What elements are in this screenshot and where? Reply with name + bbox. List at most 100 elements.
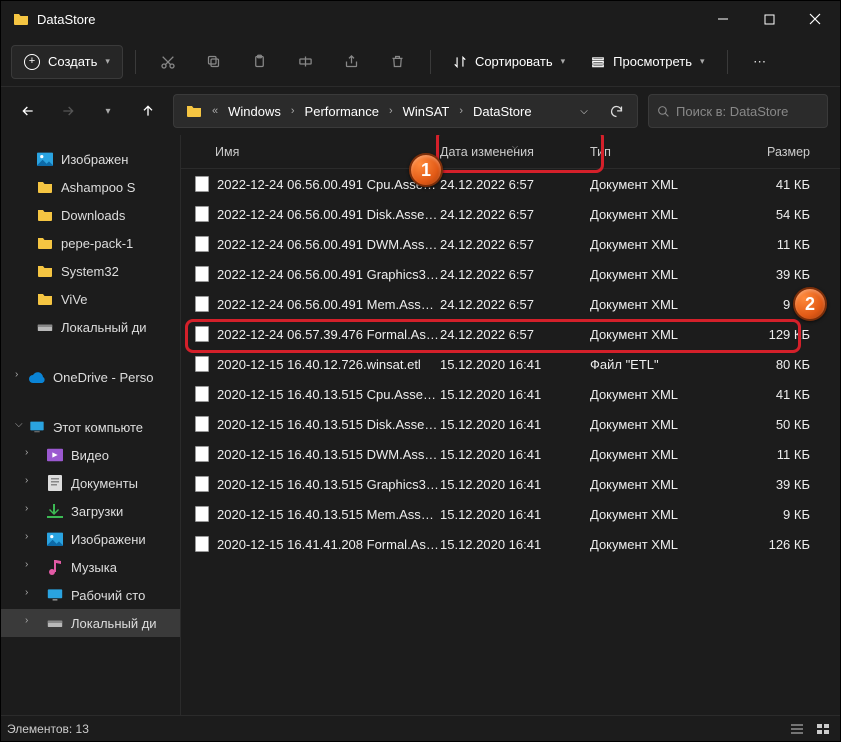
doc-icon (47, 475, 63, 491)
file-row[interactable]: 2022-12-24 06.56.00.491 Cpu.Assessm...24… (181, 169, 840, 199)
file-row[interactable]: 2020-12-15 16.40.13.515 DWM.Assessme...1… (181, 439, 840, 469)
sidebar-item[interactable]: Ashampoo S (1, 173, 180, 201)
sidebar-item-label: Документы (71, 476, 138, 491)
recent-dropdown[interactable]: ▾ (93, 96, 123, 126)
chevron-down-icon: ▾ (105, 56, 110, 67)
file-size: 39 КБ (740, 477, 810, 492)
file-icon (195, 506, 209, 522)
chevron-right-icon: › (25, 587, 28, 598)
sidebar-item[interactable]: ›Рабочий сто (1, 581, 180, 609)
up-button[interactable] (133, 96, 163, 126)
minimize-button[interactable] (700, 3, 746, 35)
column-size[interactable]: Размер (740, 145, 810, 159)
drive-icon (47, 615, 63, 631)
sidebar-item[interactable]: System32 (1, 257, 180, 285)
sidebar-onedrive[interactable]: › OneDrive - Perso (1, 363, 180, 391)
folder-icon (37, 235, 53, 251)
folder-icon (37, 179, 53, 195)
new-button[interactable]: + Создать ▾ (11, 45, 123, 79)
back-button[interactable] (13, 96, 43, 126)
paste-button[interactable] (240, 45, 280, 79)
file-row[interactable]: 2020-12-15 16.40.12.726.winsat.etl15.12.… (181, 349, 840, 379)
file-icon (195, 296, 209, 312)
sidebar-item[interactable]: pepe-pack-1 (1, 229, 180, 257)
sidebar: Изображен Ashampoo S Downloadspepe-pack-1S… (1, 135, 181, 715)
file-row[interactable]: 2020-12-15 16.40.13.515 Disk.Assessment.… (181, 409, 840, 439)
chevron-right-icon: › (25, 475, 28, 486)
chevron-down-icon: ▾ (700, 56, 705, 67)
file-icon (195, 386, 209, 402)
icons-view-button[interactable] (812, 720, 834, 738)
sidebar-item[interactable]: Изображен (1, 145, 180, 173)
statusbar: Элементов: 13 (1, 715, 840, 741)
file-size: 39 КБ (740, 267, 810, 282)
sort-button[interactable]: Сортировать ▾ (443, 45, 575, 79)
delete-button[interactable] (378, 45, 418, 79)
sidebar-item-label: Ashampoo S (61, 180, 135, 195)
column-type[interactable]: Тип (590, 145, 740, 159)
breadcrumb-dropdown[interactable]: ⌵ (569, 96, 599, 126)
sidebar-item[interactable]: ViVe (1, 285, 180, 313)
file-row[interactable]: 2022-12-24 06.56.00.491 Disk.Assessment … (181, 199, 840, 229)
file-name: 2022-12-24 06.56.00.491 Disk.Assessment … (217, 207, 440, 222)
sidebar-item[interactable]: ›Видео (1, 441, 180, 469)
file-size: 129 КБ (740, 327, 810, 342)
more-button[interactable]: ⋯ (740, 45, 780, 79)
sidebar-item[interactable]: ›Изображени (1, 525, 180, 553)
file-date: 15.12.2020 16:41 (440, 477, 590, 492)
sidebar-item[interactable]: ›Музыка (1, 553, 180, 581)
file-row[interactable]: 2020-12-15 16.41.41.208 Formal.Assessm..… (181, 529, 840, 559)
copy-button[interactable] (194, 45, 234, 79)
chevron-down-icon: ⌵ (15, 419, 23, 430)
rename-button[interactable] (286, 45, 326, 79)
sidebar-item[interactable]: › Документы (1, 469, 180, 497)
file-name: 2022-12-24 06.56.00.491 Graphics3D.Asse.… (217, 267, 440, 282)
view-button[interactable]: Просмотреть ▾ (581, 45, 714, 79)
file-type: Документ XML (590, 177, 740, 192)
breadcrumb-seg[interactable]: Performance (299, 104, 385, 119)
file-row[interactable]: 2022-12-24 06.56.00.491 Mem.Assessmen...… (181, 289, 840, 319)
window-title: DataStore (37, 12, 96, 27)
share-button[interactable] (332, 45, 372, 79)
file-row[interactable]: 2022-12-24 06.56.00.491 Graphics3D.Asse.… (181, 259, 840, 289)
file-size: 9 КБ (740, 507, 810, 522)
breadcrumb-seg[interactable]: DataStore (467, 104, 538, 119)
file-row[interactable]: 2020-12-15 16.40.13.515 Cpu.Assessment .… (181, 379, 840, 409)
file-row[interactable]: 2020-12-15 16.40.13.515 Mem.Assessmen...… (181, 499, 840, 529)
search-input[interactable]: Поиск в: DataStore (648, 94, 828, 128)
column-name[interactable]: Имя (195, 145, 440, 159)
file-type: Документ XML (590, 297, 740, 312)
file-row[interactable]: 2022-12-24 06.56.00.491 DWM.Assessme...2… (181, 229, 840, 259)
file-size: 50 КБ (740, 417, 810, 432)
file-row[interactable]: 2020-12-15 16.40.13.515 Graphics3D.Asse.… (181, 469, 840, 499)
sidebar-item[interactable]: ›Загрузки (1, 497, 180, 525)
sidebar-item[interactable]: ›Локальный ди (1, 609, 180, 637)
titlebar: DataStore (1, 1, 840, 37)
sidebar-item[interactable]: Downloads (1, 201, 180, 229)
cut-button[interactable] (148, 45, 188, 79)
video-icon (47, 447, 63, 463)
sidebar-item[interactable]: Локальный ди (1, 313, 180, 341)
breadcrumb-seg[interactable]: WinSAT (397, 104, 456, 119)
column-headers: Имя Дата изменения ⌵ Тип Размер (181, 135, 840, 169)
column-date[interactable]: Дата изменения ⌵ (440, 145, 590, 159)
file-list-view: Имя Дата изменения ⌵ Тип Размер 2022-12-… (181, 135, 840, 715)
sidebar-thispc[interactable]: ⌵ Этот компьюте (1, 413, 180, 441)
breadcrumb-seg[interactable]: Windows (222, 104, 287, 119)
file-size: 126 КБ (740, 537, 810, 552)
close-button[interactable] (792, 3, 838, 35)
file-row[interactable]: 2022-12-24 06.57.39.476 Formal.Assessm..… (181, 319, 840, 349)
download-icon (47, 503, 63, 519)
chevron-right-icon: « (212, 105, 218, 117)
search-placeholder: Поиск в: DataStore (676, 104, 788, 119)
file-type: Документ XML (590, 237, 740, 252)
file-type: Документ XML (590, 507, 740, 522)
maximize-button[interactable] (746, 3, 792, 35)
details-view-button[interactable] (786, 720, 808, 738)
breadcrumb[interactable]: « Windows › Performance › WinSAT › DataS… (173, 94, 638, 128)
forward-button[interactable] (53, 96, 83, 126)
refresh-button[interactable] (601, 96, 631, 126)
chevron-right-icon: › (25, 615, 28, 626)
image-icon (47, 531, 63, 547)
file-icon (195, 326, 209, 342)
